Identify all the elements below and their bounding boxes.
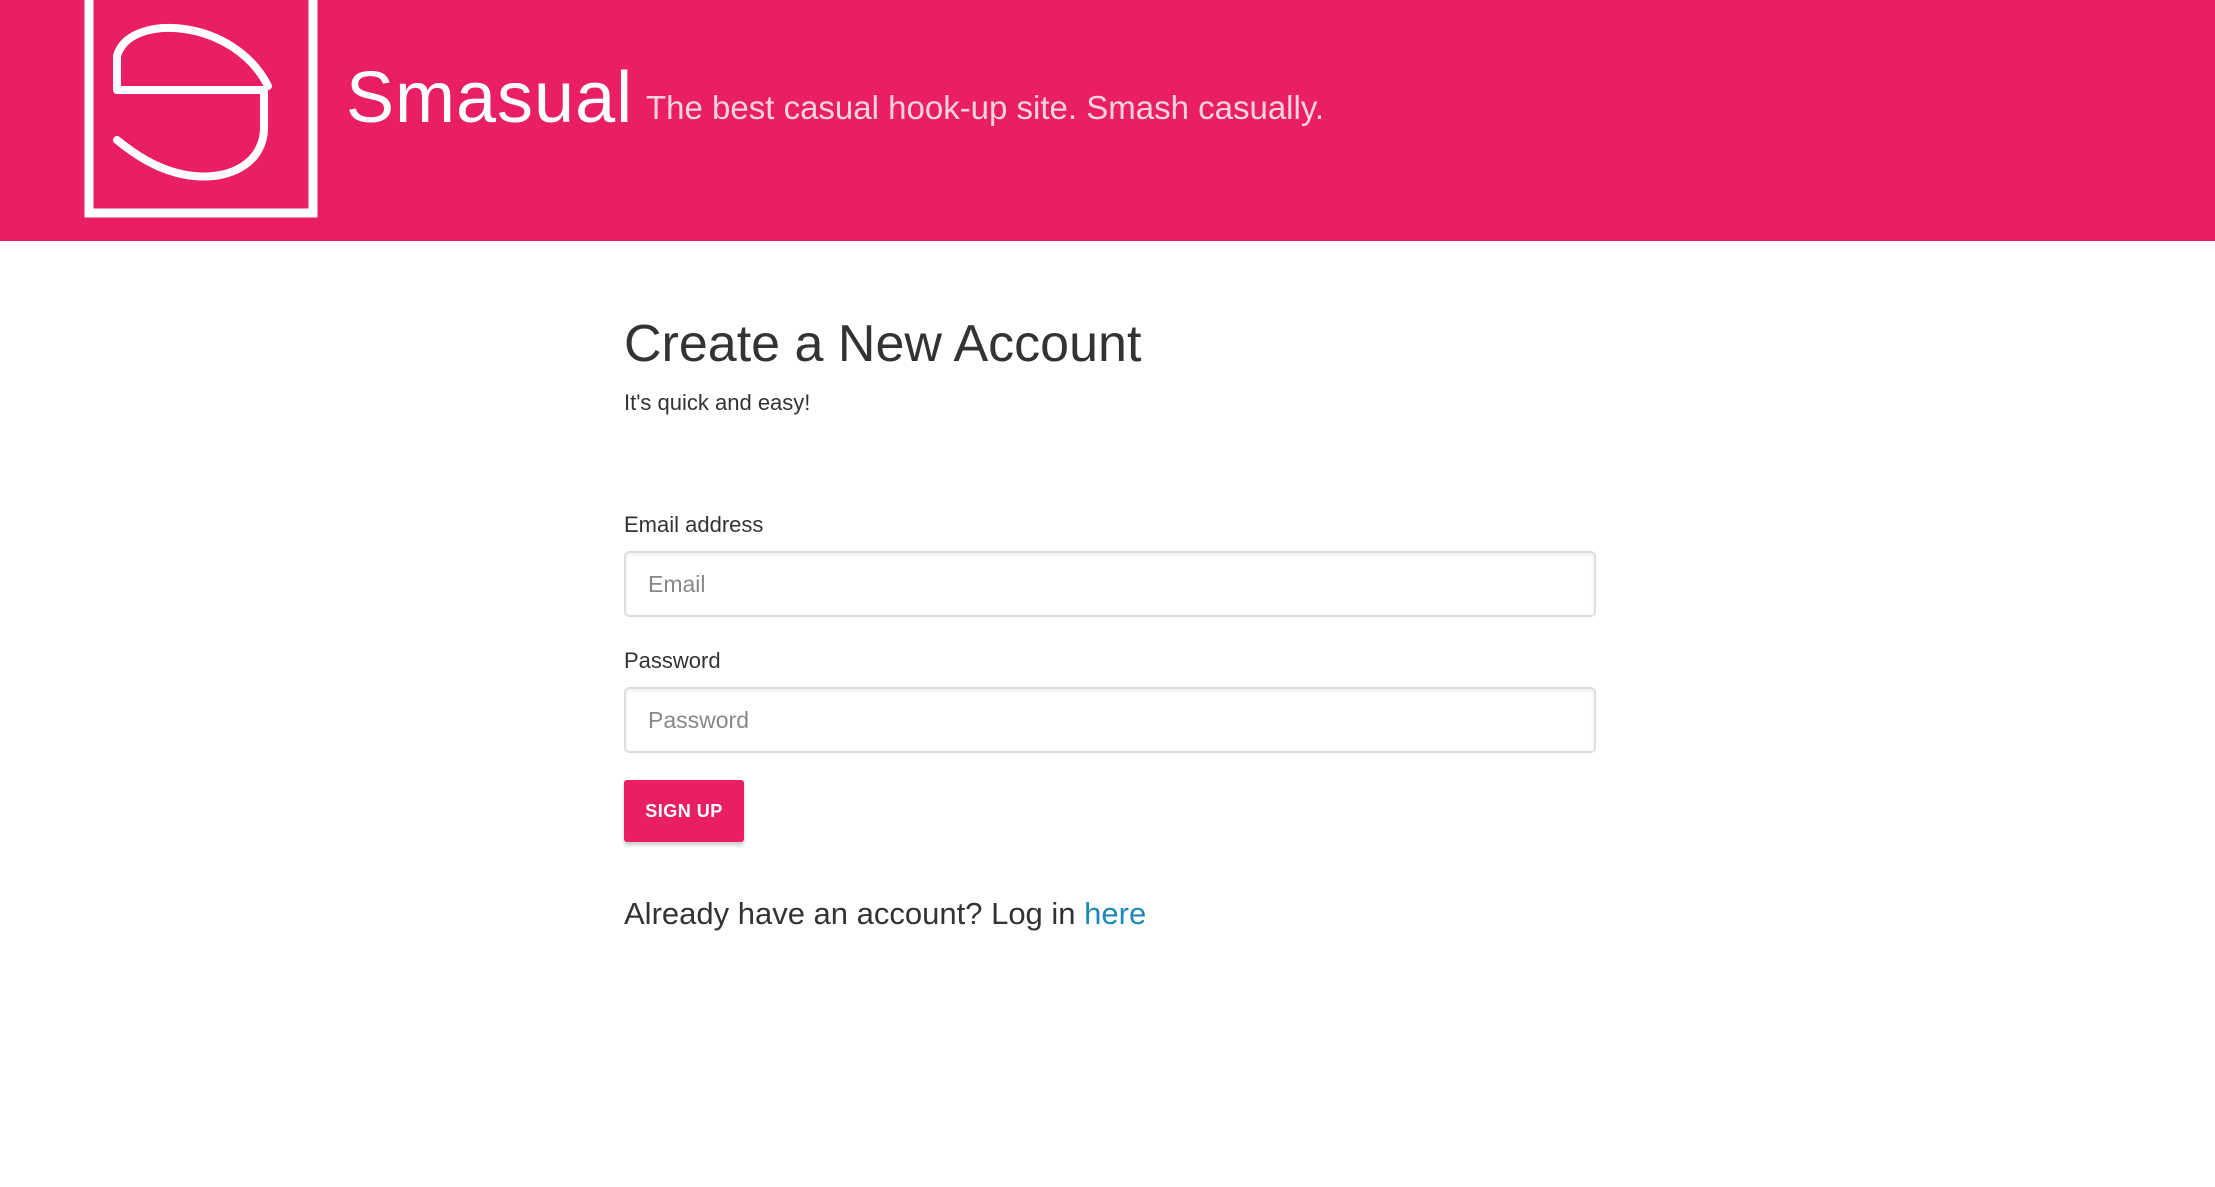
page-subtitle: It's quick and easy! <box>624 390 811 415</box>
page-title: Create a New Account <box>624 315 1142 373</box>
login-prompt-text: Already have an account? Log in <box>624 896 1076 931</box>
email-field[interactable] <box>624 551 1596 617</box>
login-link[interactable]: here <box>1084 896 1146 931</box>
header-bar: Smasual The best casual hook-up site. Sm… <box>0 0 2215 241</box>
login-prompt: Already have an account? Log in here <box>624 892 1146 936</box>
brand-name[interactable]: Smasual <box>346 48 633 148</box>
s-logo-icon[interactable] <box>84 0 318 218</box>
password-field[interactable] <box>624 687 1596 753</box>
password-label: Password <box>624 648 721 673</box>
sign-up-button[interactable]: SIGN UP <box>624 780 744 842</box>
email-label: Email address <box>624 512 764 537</box>
brand-tagline: The best casual hook-up site. Smash casu… <box>646 89 1325 126</box>
